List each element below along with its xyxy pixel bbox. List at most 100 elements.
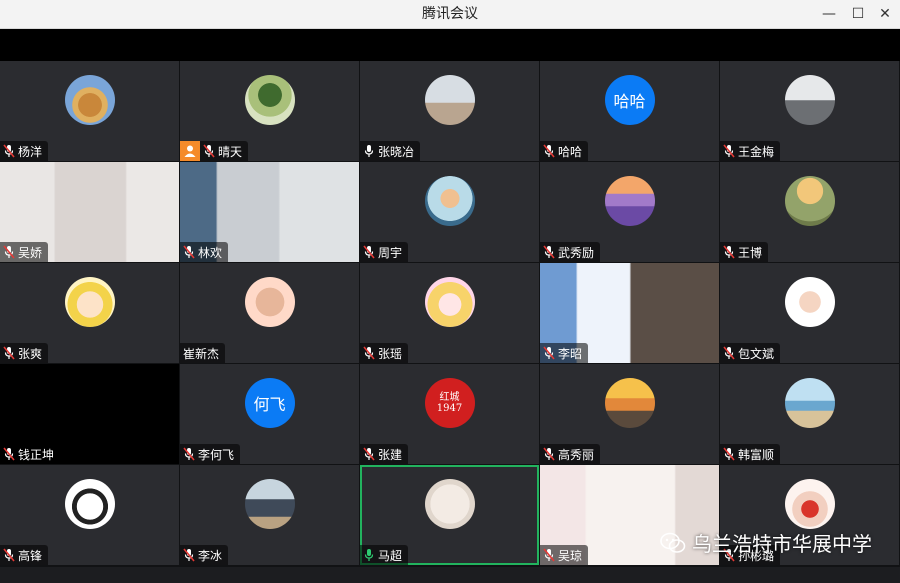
avatar	[424, 479, 475, 529]
participant-tile[interactable]: 钱正坤	[0, 364, 179, 464]
avatar-caption: 红城1947	[436, 392, 463, 414]
avatar	[244, 277, 295, 327]
avatar	[604, 176, 655, 226]
name-plate: 周宇	[360, 242, 409, 262]
avatar	[784, 176, 835, 226]
name-plate: 李冰	[180, 545, 229, 565]
participant-tile[interactable]: 李冰	[180, 465, 359, 565]
name-plate: 崔新杰	[180, 343, 226, 363]
participant-name: 钱正坤	[18, 447, 55, 462]
participant-tile[interactable]: 高锋	[0, 465, 179, 565]
avatar	[784, 378, 835, 428]
name-plate: 李昭	[540, 343, 589, 363]
participant-tile[interactable]: 崔新杰	[180, 263, 359, 363]
mic-muted-icon	[363, 346, 375, 360]
participant-tile[interactable]: 红城1947 张建	[360, 364, 539, 464]
participant-tile[interactable]: 杨洋	[0, 61, 179, 161]
name-plate: 吴琼	[540, 545, 589, 565]
mic-muted-icon	[203, 144, 215, 158]
mic-muted-icon	[183, 548, 195, 562]
participant-tile[interactable]: 张晓冶	[360, 61, 539, 161]
name-plate: 林欢	[180, 242, 229, 262]
mic-muted-icon	[723, 346, 735, 360]
participant-tile[interactable]: 何飞 李何飞	[180, 364, 359, 464]
participant-tile[interactable]: 周宇	[360, 162, 539, 262]
mic-muted-icon	[723, 245, 735, 259]
host-badge-icon	[180, 141, 200, 161]
name-plate: 武秀励	[540, 242, 601, 262]
mic-muted-icon	[3, 346, 15, 360]
participant-name: 晴天	[218, 144, 243, 159]
mic-muted-icon	[3, 447, 15, 461]
avatar	[604, 378, 655, 428]
participant-name: 李昭	[558, 346, 583, 361]
name-plate: 李何飞	[180, 444, 241, 464]
participant-tile[interactable]: 张爽	[0, 263, 179, 363]
mic-muted-icon	[723, 447, 735, 461]
participant-tile[interactable]: 韩富顺	[720, 364, 899, 464]
close-button[interactable]: ✕	[870, 0, 900, 28]
mic-muted-icon	[3, 548, 15, 562]
participant-name: 包文斌	[738, 346, 775, 361]
wechat-icon	[660, 532, 686, 553]
participant-name: 马超	[378, 548, 403, 563]
participant-name: 武秀励	[558, 245, 595, 260]
mic-muted-icon	[363, 447, 375, 461]
name-plate: 张爽	[0, 343, 49, 363]
participant-name: 周宇	[378, 245, 403, 260]
avatar	[244, 479, 295, 529]
participant-tile[interactable]: 王博	[720, 162, 899, 262]
name-plate: 张建	[360, 444, 409, 464]
avatar	[64, 277, 115, 327]
participant-name: 王金梅	[738, 144, 775, 159]
window-title: 腾讯会议	[422, 6, 478, 22]
title-bar: 腾讯会议 — ☐ ✕	[0, 0, 900, 29]
name-plate: 吴娇	[0, 242, 49, 262]
participant-tile[interactable]: 张瑶	[360, 263, 539, 363]
participant-tile[interactable]: 哈哈 哈哈	[540, 61, 719, 161]
avatar	[424, 277, 475, 327]
avatar	[64, 479, 115, 529]
avatar: 红城1947	[424, 378, 475, 428]
participant-tile[interactable]: 晴天	[180, 61, 359, 161]
participant-tile[interactable]: 李昭	[540, 263, 719, 363]
participant-name: 哈哈	[558, 144, 583, 159]
participant-tile[interactable]: 吴娇	[0, 162, 179, 262]
avatar: 哈哈	[604, 75, 655, 125]
avatar	[244, 75, 295, 125]
participant-name: 吴琼	[558, 548, 583, 563]
minimize-button[interactable]: —	[814, 0, 844, 28]
avatar	[784, 479, 835, 529]
name-plate: 高锋	[0, 545, 49, 565]
avatar	[784, 277, 835, 327]
name-plate: 韩富顺	[720, 444, 781, 464]
top-band	[0, 29, 900, 61]
participant-tile[interactable]: 武秀励	[540, 162, 719, 262]
mic-icon	[364, 549, 374, 561]
participant-name: 王博	[738, 245, 763, 260]
mic-muted-icon	[3, 144, 15, 158]
name-plate: 张晓冶	[360, 141, 421, 161]
bottom-bar	[0, 567, 900, 583]
participant-tile[interactable]: 包文斌	[720, 263, 899, 363]
name-plate: 晴天	[180, 141, 249, 161]
participant-tile[interactable]: 王金梅	[720, 61, 899, 161]
maximize-button[interactable]: ☐	[843, 0, 873, 28]
avatar	[424, 176, 475, 226]
name-plate: 包文斌	[720, 343, 781, 363]
participant-tile[interactable]: 林欢	[180, 162, 359, 262]
mic-muted-icon	[183, 245, 195, 259]
participant-name: 韩富顺	[738, 447, 775, 462]
participant-name: 张建	[378, 447, 403, 462]
mic-muted-icon	[3, 245, 15, 259]
participant-name: 李冰	[198, 548, 223, 563]
video-grid: 杨洋 晴天 张晓冶 哈哈 哈哈 王金梅 吴娇 林欢 周宇 武秀励 王博 张爽 崔新杰 张瑶 李昭 包文斌 钱正坤…	[0, 61, 900, 567]
participant-tile[interactable]: 马超	[360, 465, 539, 565]
participant-name: 张爽	[18, 346, 43, 361]
participant-tile[interactable]: 高秀丽	[540, 364, 719, 464]
name-plate: 钱正坤	[0, 444, 61, 464]
mic-muted-icon	[543, 245, 555, 259]
mic-muted-icon	[543, 144, 555, 158]
name-plate: 杨洋	[0, 141, 49, 161]
avatar: 何飞	[244, 378, 295, 428]
